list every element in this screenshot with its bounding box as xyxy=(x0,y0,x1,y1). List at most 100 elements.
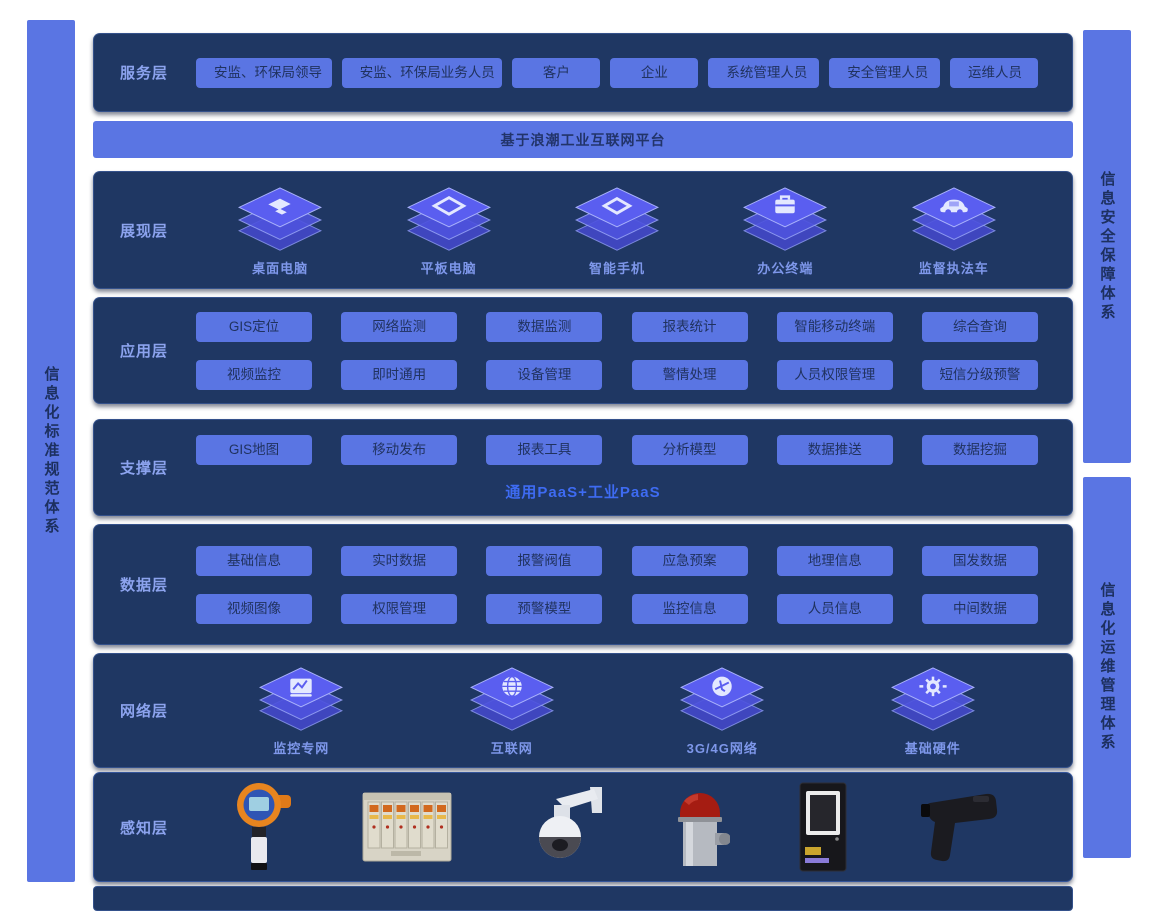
left-standards-bar-label: 信息化标准规范体系 xyxy=(41,366,62,537)
private-network-icon xyxy=(256,664,346,736)
data-resources: 基础信息实时数据报警阀值应急预案地理信息国发数据 视频图像权限管理预警模型监控信… xyxy=(196,546,1038,624)
application-functions: GIS定位网络监测数据监测报表统计智能移动终端综合查询 视频监控即时通用设备管理… xyxy=(196,312,1038,390)
alarm-control-cabinet-photo xyxy=(361,789,453,865)
data-chip: 地理信息 xyxy=(777,546,893,576)
platform-banner-text: 基于浪潮工业互联网平台 xyxy=(501,130,666,150)
terminal-item: 监督执法车 xyxy=(909,184,999,277)
service-role-chip: 企业 xyxy=(610,58,698,88)
smartphone-icon xyxy=(572,184,662,256)
terminal-item: 桌面电脑 xyxy=(235,184,325,277)
support-chip: GIS地图 xyxy=(196,435,312,465)
bottom-base-bar xyxy=(93,886,1073,911)
right-operations-bar-label: 信息化运维管理体系 xyxy=(1097,582,1118,753)
application-chip: 智能移动终端 xyxy=(777,312,893,342)
perception-devices xyxy=(196,781,1038,873)
data-layer-panel: 数据层 基础信息实时数据报警阀值应急预案地理信息国发数据 视频图像权限管理预警模… xyxy=(93,524,1073,645)
data-chip: 实时数据 xyxy=(341,546,457,576)
service-roles: 安监、环保局领导安监、环保局业务人员客户企业系统管理人员安全管理人员运维人员 xyxy=(196,58,1038,88)
office-terminal-icon xyxy=(740,184,830,256)
terminal-caption: 办公终端 xyxy=(757,258,813,277)
support-layer-panel: 支撑层 GIS地图移动发布报表工具分析模型数据推送数据挖掘 通用PaaS+工业P… xyxy=(93,419,1073,516)
data-chip: 视频图像 xyxy=(196,594,312,624)
presentation-layer-label: 展现层 xyxy=(120,220,196,241)
support-chip: 数据推送 xyxy=(777,435,893,465)
wall-terminal-photo xyxy=(796,781,850,873)
support-chip: 移动发布 xyxy=(341,435,457,465)
hardware-icon xyxy=(888,664,978,736)
support-chip: 分析模型 xyxy=(632,435,748,465)
support-tools: GIS地图移动发布报表工具分析模型数据推送数据挖掘 xyxy=(196,435,1038,465)
application-chip: 报表统计 xyxy=(632,312,748,342)
data-chip: 应急预案 xyxy=(632,546,748,576)
network-caption: 基础硬件 xyxy=(905,738,961,757)
data-chip: 监控信息 xyxy=(632,594,748,624)
data-chip: 报警阀值 xyxy=(486,546,602,576)
service-layer-label: 服务层 xyxy=(120,62,196,83)
terminal-item: 办公终端 xyxy=(740,184,830,277)
network-item: 3G/4G网络 xyxy=(677,664,767,757)
support-row: GIS地图移动发布报表工具分析模型数据推送数据挖掘 xyxy=(196,435,1038,465)
data-row-2: 视频图像权限管理预警模型监控信息人员信息中间数据 xyxy=(196,594,1038,624)
data-chip: 中间数据 xyxy=(922,594,1038,624)
application-chip: 即时通用 xyxy=(341,360,457,390)
data-chip: 人员信息 xyxy=(777,594,893,624)
application-chip: GIS定位 xyxy=(196,312,312,342)
application-chip: 警情处理 xyxy=(632,360,748,390)
network-channels: 监控专网 互联网 3G/4G网络 基础硬件 xyxy=(196,664,1038,757)
paas-platform-text: 通用PaaS+工业PaaS xyxy=(94,481,1072,502)
service-role-chip: 运维人员 xyxy=(950,58,1038,88)
network-caption: 监控专网 xyxy=(273,738,329,757)
support-layer-label: 支撑层 xyxy=(120,457,196,478)
application-chip: 网络监测 xyxy=(341,312,457,342)
terminal-item: 平板电脑 xyxy=(404,184,494,277)
application-chip: 设备管理 xyxy=(486,360,602,390)
platform-banner: 基于浪潮工业互联网平台 xyxy=(93,121,1073,158)
data-chip: 国发数据 xyxy=(922,546,1038,576)
data-row-1: 基础信息实时数据报警阀值应急预案地理信息国发数据 xyxy=(196,546,1038,576)
perception-layer-label: 感知层 xyxy=(120,817,196,838)
application-chip: 短信分级预警 xyxy=(922,360,1038,390)
application-chip: 视频监控 xyxy=(196,360,312,390)
support-chip: 数据挖掘 xyxy=(922,435,1038,465)
left-standards-bar: 信息化标准规范体系 xyxy=(27,20,75,882)
terminal-caption: 监督执法车 xyxy=(919,258,989,277)
service-role-chip: 系统管理人员 xyxy=(708,58,819,88)
service-role-chip: 安监、环保局领导 xyxy=(196,58,332,88)
right-operations-bar: 信息化运维管理体系 xyxy=(1083,477,1131,858)
application-layer-panel: 应用层 GIS定位网络监测数据监测报表统计智能移动终端综合查询 视频监控即时通用… xyxy=(93,297,1073,404)
application-chip: 综合查询 xyxy=(922,312,1038,342)
network-layer-panel: 网络层 监控专网 互联网 3G/4G网络 xyxy=(93,653,1073,768)
terminal-caption: 桌面电脑 xyxy=(252,258,308,277)
alarm-beacon-photo xyxy=(670,781,730,873)
terminal-caption: 智能手机 xyxy=(589,258,645,277)
service-role-chip: 安监、环保局业务人员 xyxy=(342,58,503,88)
tablet-icon xyxy=(404,184,494,256)
data-chip: 基础信息 xyxy=(196,546,312,576)
presentation-terminals: 桌面电脑 平板电脑 智能手机 办公终端 xyxy=(196,184,1038,277)
service-layer-panel: 服务层 安监、环保局领导安监、环保局业务人员客户企业系统管理人员安全管理人员运维… xyxy=(93,33,1073,112)
network-layer-label: 网络层 xyxy=(120,700,196,721)
desktop-icon xyxy=(235,184,325,256)
data-chip: 权限管理 xyxy=(341,594,457,624)
application-chip: 数据监测 xyxy=(486,312,602,342)
terminal-caption: 平板电脑 xyxy=(421,258,477,277)
network-caption: 3G/4G网络 xyxy=(687,738,758,757)
patrol-car-icon xyxy=(909,184,999,256)
application-row-2: 视频监控即时通用设备管理警情处理人员权限管理短信分级预警 xyxy=(196,360,1038,390)
right-security-bar-label: 信息安全保障体系 xyxy=(1097,171,1118,323)
data-chip: 预警模型 xyxy=(486,594,602,624)
network-item: 监控专网 xyxy=(256,664,346,757)
service-role-chip: 安全管理人员 xyxy=(829,58,940,88)
application-row-1: GIS定位网络监测数据监测报表统计智能移动终端综合查询 xyxy=(196,312,1038,342)
application-layer-label: 应用层 xyxy=(120,340,196,361)
data-layer-label: 数据层 xyxy=(120,574,196,595)
gas-detector-photo xyxy=(229,781,295,873)
handheld-detector-photo xyxy=(917,788,1005,866)
service-role-chip: 客户 xyxy=(512,58,600,88)
application-chip: 人员权限管理 xyxy=(777,360,893,390)
network-item: 互联网 xyxy=(467,664,557,757)
network-caption: 互联网 xyxy=(491,738,533,757)
network-item: 基础硬件 xyxy=(888,664,978,757)
terminal-item: 智能手机 xyxy=(572,184,662,277)
perception-layer-panel: 感知层 xyxy=(93,772,1073,882)
